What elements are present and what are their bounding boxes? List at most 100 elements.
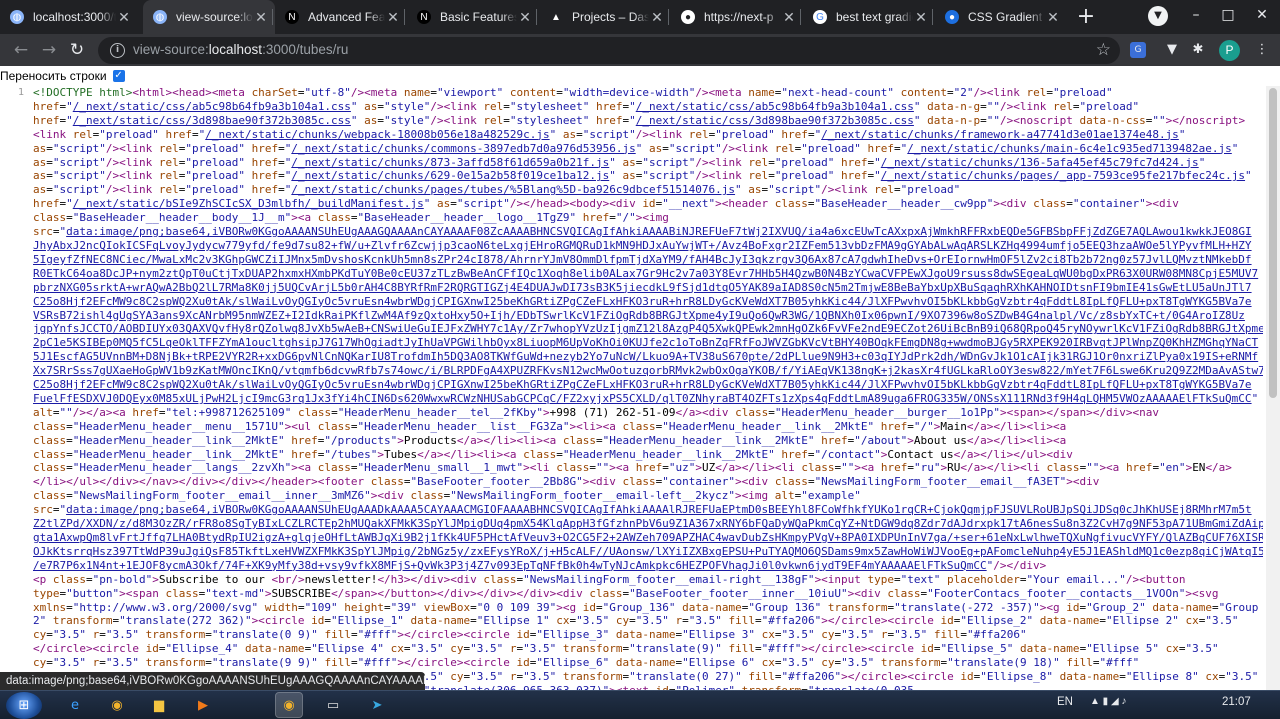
source-link[interactable]: jgpYnfsJCCTO/AOBDIUYx03QAXVQvfHy8rQZolwq… — [33, 322, 1263, 335]
folder-icon[interactable]: ▆ — [146, 693, 172, 717]
source-token: = — [470, 614, 477, 628]
tab-3[interactable]: N Advanced Features: Next.js✕ — [275, 0, 407, 34]
clock[interactable]: 21:07 — [1222, 696, 1251, 708]
source-token: src — [33, 225, 53, 239]
source-link[interactable]: Xx7SRrSss7gUXaeHoGpWV1b9zKatMWOncIKnQ/vt… — [33, 364, 1263, 377]
tab-close-icon[interactable]: ✕ — [253, 9, 269, 26]
source-link[interactable]: /_next/static/chunks/framework-a47741d3e… — [821, 128, 1179, 141]
source-token: = — [66, 211, 73, 225]
source-link[interactable]: OJkKtsrrqHsz397TtWdP39uJgiQsF85TkftLxeHV… — [33, 545, 1263, 558]
tab-6[interactable]: ● https://next-p ✕ — [671, 0, 803, 34]
new-tab-button[interactable]: + — [1073, 4, 1099, 30]
source-link[interactable]: FuelFfESDXVJ0DQEyx0M85xULjPwH2LjcI9mcG3r… — [33, 392, 1252, 405]
source-link[interactable]: JhyAbxJ2ncQIokICSFqLvoyJydycw779yfd/fe9d… — [33, 239, 1252, 252]
source-link[interactable]: data:image/png;base64,iVBORw0KGgoAAAANSU… — [66, 503, 1251, 516]
source-link[interactable]: /_next/static/chunks/873-3affd58f61d659a… — [291, 156, 609, 169]
tab-8[interactable]: ● CSS Gradient Text✕ — [935, 0, 1067, 34]
source-token: = — [46, 183, 53, 197]
source-link[interactable]: C25o8Hjf2EFcMW9c8C2spWQ2Xu0tAk/slWaiLvOy… — [33, 378, 1252, 391]
source-token: = — [297, 86, 305, 99]
maximize-button[interactable]: □ — [1212, 0, 1244, 30]
source-link[interactable]: /_next/static/chunks/main-6c4e1c935ed713… — [907, 142, 1232, 155]
source-token: cx — [1198, 670, 1219, 684]
extensions-puzzle-icon[interactable]: ✱ — [1188, 40, 1208, 60]
profile-avatar[interactable]: P — [1219, 40, 1240, 61]
source-link[interactable]: /_next/static/chunks/pages/tubes/%5Blang… — [291, 183, 735, 196]
source-token: "NewsMailingForm_footer__email__fA3ET" — [814, 475, 1067, 489]
tab-2[interactable]: ◍ view-source:localhost:3000/tubes/ru✕ — [143, 0, 275, 34]
source-link[interactable]: /_next/static/css/3d898bae90f372b3085c.c… — [636, 114, 914, 127]
bookmark-star-icon[interactable]: ☆ — [1096, 40, 1111, 60]
vertical-scrollbar[interactable] — [1266, 86, 1280, 690]
chrome-icon[interactable]: ◉ — [275, 692, 303, 718]
source-token: "FooterContacs_footer__contacts__1VOOn" — [927, 586, 1186, 600]
source-link[interactable]: pbrzNXG05srktA+wrAQwA2BbQ2lL7RMa8K0jj5UQ… — [33, 281, 1252, 294]
source-token: = — [755, 614, 762, 628]
tab-7[interactable]: Gbest text gradient✕ — [803, 0, 935, 34]
tab-close-icon[interactable]: ✕ — [649, 9, 665, 26]
translate-extension-icon[interactable]: G — [1130, 42, 1146, 58]
source-link[interactable]: /_next/static/chunks/webpack-18008b056e1… — [205, 128, 549, 141]
source-token: href — [834, 169, 868, 183]
start-button-icon[interactable]: ⊞ — [6, 692, 42, 719]
source-token: > — [695, 461, 702, 475]
source-token: "HeaderMenu_header__link__2MktE" — [562, 447, 775, 461]
source-link[interactable]: Z2tlZPd/XXDN/z/d8M3OzZR/rFR8o8SgTyBIxLCZ… — [33, 517, 1263, 530]
source-token: "script" — [642, 169, 696, 183]
tab-close-icon[interactable]: ✕ — [781, 9, 797, 26]
source-link[interactable]: /_next/static/chunks/136-5afa45ef45c79fc… — [881, 156, 1199, 169]
tab-close-icon[interactable]: ✕ — [385, 9, 401, 26]
source-token: "3.5" — [781, 628, 815, 642]
close-window-button[interactable]: ✕ — [1244, 0, 1280, 30]
source-token: href — [589, 113, 623, 127]
telegram-icon[interactable]: ➤ — [364, 693, 390, 717]
line-wrap-checkbox[interactable]: ✓ — [112, 70, 125, 82]
minimize-button[interactable]: – — [1180, 0, 1212, 30]
source-link[interactable]: gta1AxwpQm8lvFrtJffq7LHA0BtydRpIU2igzA+g… — [33, 531, 1263, 544]
vue-devtools-icon[interactable]: ▼ — [1162, 40, 1182, 60]
source-link[interactable]: /_next/static/chunks/pages/_app-7593ce95… — [881, 169, 1245, 182]
media-icon[interactable]: ▶ — [190, 693, 216, 717]
source-link[interactable]: /_next/static/css/3d898bae90f372b3085c.c… — [73, 114, 351, 127]
source-link[interactable]: /_next/static/chunks/629-0e15a2b58f019ce… — [291, 169, 609, 182]
source-token: "Ellipse 8" — [1125, 670, 1199, 684]
source-link[interactable]: /_next/static/css/ab5c98b64fb9a3b104a1.c… — [636, 100, 914, 113]
ie-icon[interactable]: e — [62, 693, 88, 717]
tab-close-icon[interactable]: ✕ — [1045, 9, 1061, 26]
source-link[interactable]: 5IgeyfZfNEC8NCiec/MwaLxMc2v3KGhpGWCZiIJM… — [33, 253, 1252, 266]
tab-close-icon[interactable]: ✕ — [517, 9, 533, 26]
address-bar[interactable]: i view-source:localhost:3000/tubes/ru ☆ — [98, 37, 1120, 64]
chrome-icon[interactable]: ◉ — [104, 693, 130, 717]
terminal-icon[interactable]: ▭ — [320, 693, 346, 717]
source-token: ><circle — [251, 614, 312, 628]
tab-5[interactable]: ▲ Projects – Dashboard✕ — [539, 0, 671, 34]
tab-1[interactable]: ◍ localhost:3000/tubes/ru✕ — [0, 0, 138, 34]
source-line: href = "/_next/static/bSIe9ZhSCIcSX_D3mlbf… — [33, 197, 1263, 211]
source-token: "3.5" — [576, 614, 610, 628]
forward-button[interactable]: → — [38, 39, 60, 61]
language-indicator[interactable]: EN — [1057, 696, 1073, 708]
source-link[interactable]: /_next/static/css/ab5c98b64fb9a3b104a1.c… — [73, 100, 351, 113]
source-link[interactable]: /_next/static/bSIe9ZhSCIcSX_D3mlbfh/_bui… — [73, 197, 424, 210]
tab-search-button[interactable]: ▼ — [1148, 6, 1168, 26]
scrollbar-thumb[interactable] — [1269, 88, 1277, 398]
reload-button[interactable]: ↻ — [66, 39, 88, 61]
menu-kebab-icon[interactable]: ⋮ — [1252, 40, 1272, 60]
tab-close-icon[interactable]: ✕ — [913, 9, 929, 26]
source-link[interactable]: VSRsB72ishl4gUgSYA3ans9XcANrbM95nmWZEZ+I… — [33, 309, 1245, 322]
back-button[interactable]: ← — [10, 39, 32, 61]
source-token: Contact us — [887, 447, 954, 461]
tab-close-icon[interactable]: ✕ — [116, 9, 132, 26]
tab-4[interactable]: N Basic Features: Next.js✕ — [407, 0, 539, 34]
info-icon[interactable]: i — [110, 43, 125, 58]
source-link[interactable]: 2pC1e5KSIBEp0MQ5fC5LqeOklTFFZYmA1oucltgh… — [33, 336, 1258, 349]
source-link[interactable]: 5J1EscfAG5UVnnBM+D8NjBk+tRPE2VYR2R+xxDG6… — [33, 350, 1258, 363]
source-link[interactable]: R0ETkC64oa8DcJP+nym2ztQpT0uCtjTxDUAP2hxm… — [33, 267, 1258, 280]
source-link[interactable]: /_next/static/chunks/commons-3897edb7d0a… — [291, 142, 635, 155]
tray-icons[interactable]: ▲ ▮ ◢ ♪ — [1090, 696, 1126, 707]
source-link[interactable]: /e7R7P6x1N4nt+1EJOF8ycmA3Okf/74F+XK9yMfy… — [33, 559, 987, 572]
url-text[interactable]: view-source:localhost:3000/tubes/ru — [133, 42, 348, 57]
source-link[interactable]: data:image/png;base64,iVBORw0KGgoAAAANSU… — [66, 225, 1251, 238]
source-link[interactable]: C25o8Hjf2EFcMW9c8C2spWQ2Xu0tAk/slWaiLvOy… — [33, 295, 1252, 308]
source-token: class — [801, 461, 835, 475]
